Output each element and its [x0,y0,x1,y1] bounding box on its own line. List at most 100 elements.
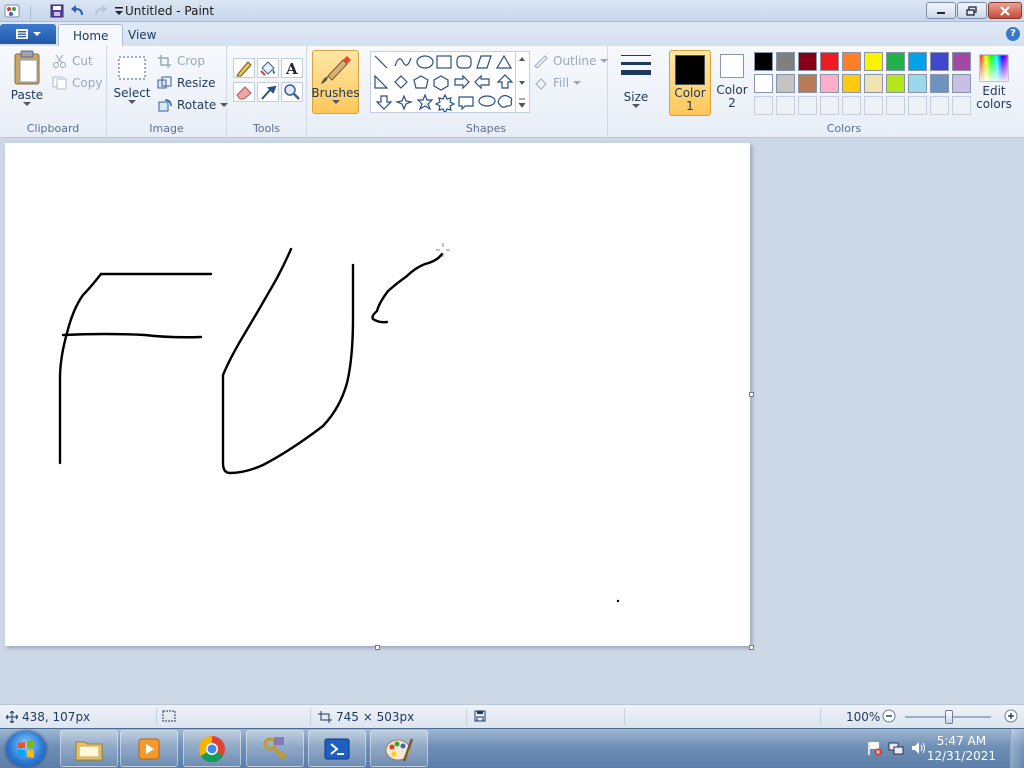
restore-button[interactable] [957,2,987,19]
paint-app-icon[interactable] [4,3,20,22]
customize-qa-dropdown-icon[interactable] [113,3,125,22]
show-desktop-button[interactable] [1010,729,1024,768]
rotate-icon [158,99,172,112]
paint-menu-button[interactable] [0,24,56,44]
network-icon[interactable] [888,740,904,756]
minimize-button[interactable] [926,2,956,19]
clipboard-group: Paste Cut Copy Clipboard [0,46,107,138]
palette-swatch[interactable] [798,74,817,93]
palette-swatch[interactable] [908,74,927,93]
eraser-icon[interactable] [233,82,255,105]
scissors-icon [53,54,66,68]
start-button[interactable] [6,731,46,767]
edit-colors-button[interactable]: Edit colors [976,54,1012,111]
custom-color-slot[interactable] [842,96,861,115]
custom-color-slot[interactable] [754,96,773,115]
palette-swatch[interactable] [886,52,905,71]
custom-color-slot[interactable] [820,96,839,115]
restore-icon [966,5,977,16]
size-label: Size [623,90,649,104]
taskbar-powershell[interactable] [308,730,366,767]
taskbar-explorer[interactable] [60,730,118,767]
crop-icon [158,55,171,68]
color2-swatch [720,54,744,78]
palette-swatch[interactable] [930,74,949,93]
help-icon[interactable]: ? [1006,27,1020,41]
drawing-canvas[interactable] [5,143,750,646]
magnifier-icon[interactable] [281,82,303,105]
color2-button[interactable]: Color 2 [715,54,749,110]
palette-swatch[interactable] [842,52,861,71]
palette-swatch[interactable] [776,74,795,93]
powershell-icon [324,738,350,759]
paste-button[interactable]: Paste [8,50,46,107]
resize-icon [157,76,172,89]
copy-icon [52,76,67,90]
chevron-down-icon [331,100,340,104]
taskbar-paint[interactable] [370,730,428,767]
outline-button[interactable]: Outline [533,54,609,68]
fill-button[interactable]: Fill [533,76,582,90]
volume-icon[interactable] [910,740,926,756]
palette-swatch[interactable] [930,52,949,71]
system-clock[interactable]: 5:47 AM 12/31/2021 [927,734,996,764]
pencil-icon[interactable] [233,58,255,81]
palette-swatch[interactable] [820,52,839,71]
palette-swatch[interactable] [886,74,905,93]
action-center-flag-icon[interactable] [866,740,882,756]
palette-swatch[interactable] [952,52,971,71]
custom-color-slot[interactable] [776,96,795,115]
redo-icon[interactable] [91,3,109,22]
palette-swatch[interactable] [754,52,773,71]
custom-color-slot[interactable] [952,96,971,115]
custom-color-slot[interactable] [930,96,949,115]
palette-swatch[interactable] [864,74,883,93]
palette-swatch[interactable] [842,74,861,93]
palette-swatch[interactable] [864,52,883,71]
palette-swatch[interactable] [952,74,971,93]
resize-button[interactable]: Resize [157,76,215,90]
save-icon[interactable] [49,3,65,22]
resize-handle-corner[interactable] [749,645,754,650]
custom-color-slot[interactable] [908,96,927,115]
custom-color-slot[interactable] [886,96,905,115]
zoom-out-icon [882,709,896,723]
custom-color-slot[interactable] [864,96,883,115]
text-tool-icon[interactable]: A [281,58,303,81]
cursor-position: 438, 107px [6,710,90,724]
resize-handle-bottom[interactable] [375,645,380,650]
size-button[interactable]: Size [617,52,655,109]
shapes-scroll[interactable] [515,51,527,113]
zoom-in-button[interactable] [1004,709,1018,723]
color1-button[interactable]: Color 1 [669,50,711,116]
taskbar-media-player[interactable] [120,730,178,767]
color-picker-icon[interactable] [257,82,279,105]
palette-swatch[interactable] [908,52,927,71]
fill-bucket-icon[interactable] [257,58,279,81]
palette-swatch[interactable] [754,74,773,93]
palette-swatch[interactable] [776,52,795,71]
tab-view[interactable]: View [114,24,170,46]
zoom-slider-thumb[interactable] [945,710,953,724]
resize-handle-right[interactable] [749,392,754,397]
rotate-button[interactable]: Rotate [157,98,229,112]
taskbar-chrome[interactable] [183,730,241,767]
stroke-f-vertical [58,272,103,465]
crop-button[interactable]: Crop [157,54,205,68]
palette-swatch[interactable] [820,74,839,93]
quick-access-toolbar [4,3,125,22]
brush-icon [320,56,351,84]
zoom-out-button[interactable] [882,709,896,723]
brushes-button[interactable]: Brushes [311,50,360,114]
shapes-gallery-icons[interactable] [371,52,521,115]
palette-swatch[interactable] [798,52,817,71]
copy-button[interactable]: Copy [52,76,102,90]
custom-color-slot[interactable] [798,96,817,115]
select-button[interactable]: Select [113,54,151,105]
ribbon-tabs: Home View ? [0,22,1024,46]
stroke-f-crossbar [61,332,203,339]
taskbar-keys-app[interactable] [246,730,304,767]
close-button[interactable] [988,2,1022,19]
undo-icon[interactable] [69,3,87,22]
cut-button[interactable]: Cut [52,54,93,68]
